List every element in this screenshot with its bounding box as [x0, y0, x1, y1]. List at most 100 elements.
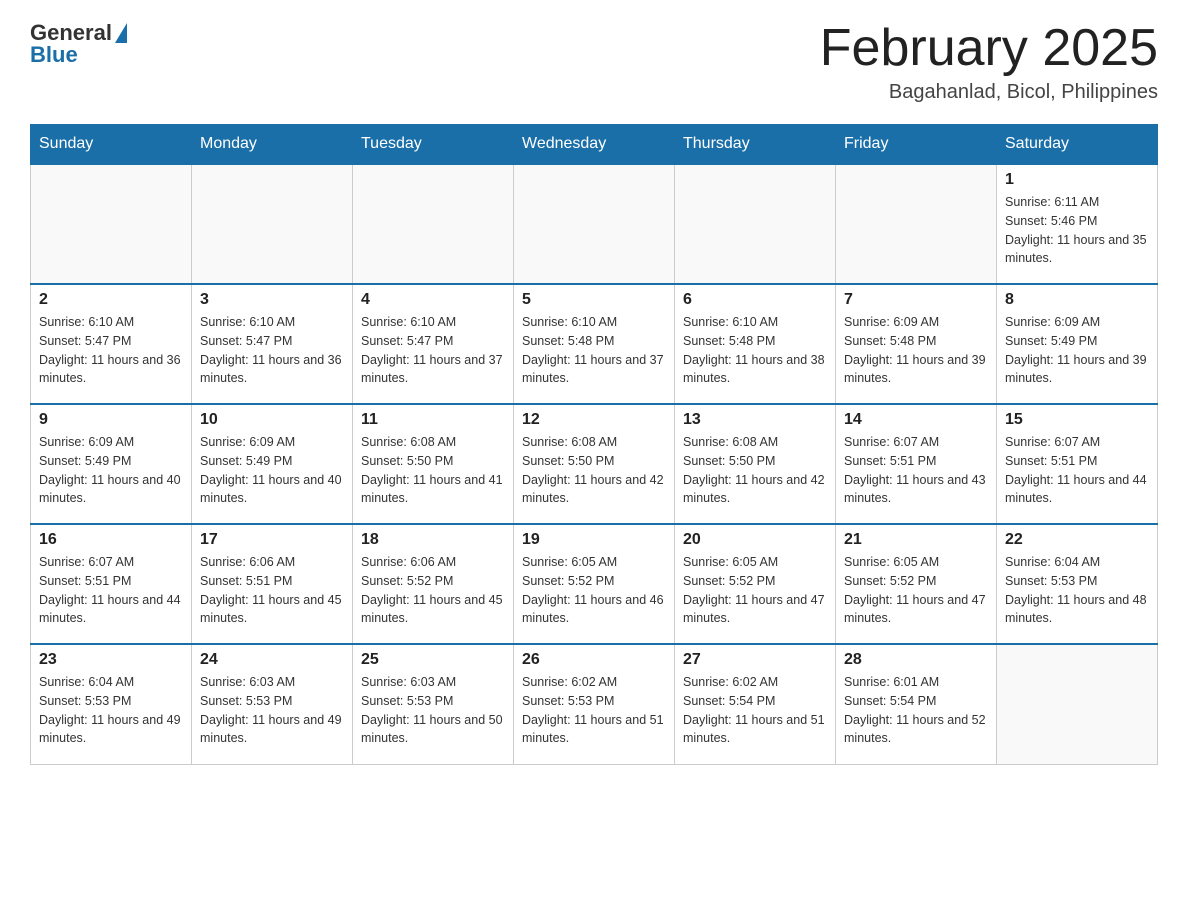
calendar-table: SundayMondayTuesdayWednesdayThursdayFrid… — [30, 124, 1158, 765]
calendar-cell — [836, 164, 997, 284]
day-number: 25 — [361, 651, 505, 669]
day-number: 20 — [683, 531, 827, 549]
day-number: 23 — [39, 651, 183, 669]
day-info: Sunrise: 6:08 AMSunset: 5:50 PMDaylight:… — [522, 433, 666, 508]
column-header-thursday: Thursday — [675, 125, 836, 165]
day-info: Sunrise: 6:04 AMSunset: 5:53 PMDaylight:… — [39, 673, 183, 748]
calendar-cell: 17 Sunrise: 6:06 AMSunset: 5:51 PMDayligh… — [192, 524, 353, 644]
calendar-cell: 6 Sunrise: 6:10 AMSunset: 5:48 PMDaylight… — [675, 284, 836, 404]
column-header-friday: Friday — [836, 125, 997, 165]
day-info: Sunrise: 6:09 AMSunset: 5:49 PMDaylight:… — [39, 433, 183, 508]
day-info: Sunrise: 6:11 AMSunset: 5:46 PMDaylight:… — [1005, 193, 1149, 268]
calendar-cell: 2 Sunrise: 6:10 AMSunset: 5:47 PMDaylight… — [31, 284, 192, 404]
calendar-cell — [192, 164, 353, 284]
day-info: Sunrise: 6:05 AMSunset: 5:52 PMDaylight:… — [522, 553, 666, 628]
day-info: Sunrise: 6:10 AMSunset: 5:47 PMDaylight:… — [361, 313, 505, 388]
calendar-cell: 22Sunrise: 6:04 AMSunset: 5:53 PMDayligh… — [997, 524, 1158, 644]
calendar-cell: 21 Sunrise: 6:05 AMSunset: 5:52 PMDayligh… — [836, 524, 997, 644]
day-number: 12 — [522, 411, 666, 429]
day-number: 11 — [361, 411, 505, 429]
day-info: Sunrise: 6:01 AMSunset: 5:54 PMDaylight:… — [844, 673, 988, 748]
calendar-cell: 9 Sunrise: 6:09 AMSunset: 5:49 PMDaylight… — [31, 404, 192, 524]
calendar-cell: 10 Sunrise: 6:09 AMSunset: 5:49 PMDayligh… — [192, 404, 353, 524]
day-info: Sunrise: 6:07 AMSunset: 5:51 PMDaylight:… — [1005, 433, 1149, 508]
day-number: 7 — [844, 291, 988, 309]
calendar-cell: 23 Sunrise: 6:04 AMSunset: 5:53 PMDayligh… — [31, 644, 192, 764]
day-number: 2 — [39, 291, 183, 309]
calendar-cell: 4Sunrise: 6:10 AMSunset: 5:47 PMDaylight… — [353, 284, 514, 404]
calendar-cell: 13 Sunrise: 6:08 AMSunset: 5:50 PMDayligh… — [675, 404, 836, 524]
day-number: 17 — [200, 531, 344, 549]
day-info: Sunrise: 6:05 AMSunset: 5:52 PMDaylight:… — [683, 553, 827, 628]
calendar-subtitle: Bagahanlad, Bicol, Philippines — [820, 81, 1158, 104]
day-info: Sunrise: 6:09 AMSunset: 5:49 PMDaylight:… — [200, 433, 344, 508]
day-number: 14 — [844, 411, 988, 429]
day-info: Sunrise: 6:10 AMSunset: 5:47 PMDaylight:… — [200, 313, 344, 388]
day-number: 21 — [844, 531, 988, 549]
calendar-cell: 26Sunrise: 6:02 AMSunset: 5:53 PMDayligh… — [514, 644, 675, 764]
week-row-4: 16 Sunrise: 6:07 AMSunset: 5:51 PMDayligh… — [31, 524, 1158, 644]
column-header-tuesday: Tuesday — [353, 125, 514, 165]
logo-blue-text: Blue — [30, 42, 78, 68]
day-info: Sunrise: 6:08 AMSunset: 5:50 PMDaylight:… — [683, 433, 827, 508]
day-number: 5 — [522, 291, 666, 309]
column-header-sunday: Sunday — [31, 125, 192, 165]
calendar-cell: 20 Sunrise: 6:05 AMSunset: 5:52 PMDayligh… — [675, 524, 836, 644]
week-row-5: 23 Sunrise: 6:04 AMSunset: 5:53 PMDayligh… — [31, 644, 1158, 764]
calendar-cell: 24 Sunrise: 6:03 AMSunset: 5:53 PMDayligh… — [192, 644, 353, 764]
day-number: 19 — [522, 531, 666, 549]
calendar-cell: 1 Sunrise: 6:11 AMSunset: 5:46 PMDaylight… — [997, 164, 1158, 284]
day-number: 8 — [1005, 291, 1149, 309]
day-number: 16 — [39, 531, 183, 549]
day-number: 10 — [200, 411, 344, 429]
calendar-title: February 2025 — [820, 20, 1158, 77]
calendar-cell: 3 Sunrise: 6:10 AMSunset: 5:47 PMDaylight… — [192, 284, 353, 404]
calendar-cell — [997, 644, 1158, 764]
day-number: 27 — [683, 651, 827, 669]
calendar-cell: 14 Sunrise: 6:07 AMSunset: 5:51 PMDayligh… — [836, 404, 997, 524]
calendar-cell: 28 Sunrise: 6:01 AMSunset: 5:54 PMDayligh… — [836, 644, 997, 764]
calendar-cell: 12 Sunrise: 6:08 AMSunset: 5:50 PMDayligh… — [514, 404, 675, 524]
day-number: 1 — [1005, 171, 1149, 189]
calendar-cell: 16 Sunrise: 6:07 AMSunset: 5:51 PMDayligh… — [31, 524, 192, 644]
logo: General Blue — [30, 20, 127, 68]
day-info: Sunrise: 6:09 AMSunset: 5:49 PMDaylight:… — [1005, 313, 1149, 388]
page-header: General Blue February 2025 Bagahanlad, B… — [30, 20, 1158, 104]
day-info: Sunrise: 6:02 AMSunset: 5:54 PMDaylight:… — [683, 673, 827, 748]
day-number: 9 — [39, 411, 183, 429]
logo-triangle-icon — [115, 23, 127, 43]
day-info: Sunrise: 6:05 AMSunset: 5:52 PMDaylight:… — [844, 553, 988, 628]
column-header-wednesday: Wednesday — [514, 125, 675, 165]
calendar-header-row: SundayMondayTuesdayWednesdayThursdayFrid… — [31, 125, 1158, 165]
title-block: February 2025 Bagahanlad, Bicol, Philipp… — [820, 20, 1158, 104]
calendar-cell: 25 Sunrise: 6:03 AMSunset: 5:53 PMDayligh… — [353, 644, 514, 764]
day-info: Sunrise: 6:06 AMSunset: 5:51 PMDaylight:… — [200, 553, 344, 628]
day-number: 24 — [200, 651, 344, 669]
day-number: 13 — [683, 411, 827, 429]
calendar-cell: 5 Sunrise: 6:10 AMSunset: 5:48 PMDaylight… — [514, 284, 675, 404]
day-info: Sunrise: 6:07 AMSunset: 5:51 PMDaylight:… — [39, 553, 183, 628]
day-number: 3 — [200, 291, 344, 309]
day-info: Sunrise: 6:06 AMSunset: 5:52 PMDaylight:… — [361, 553, 505, 628]
day-info: Sunrise: 6:10 AMSunset: 5:48 PMDaylight:… — [522, 313, 666, 388]
day-info: Sunrise: 6:09 AMSunset: 5:48 PMDaylight:… — [844, 313, 988, 388]
day-info: Sunrise: 6:10 AMSunset: 5:48 PMDaylight:… — [683, 313, 827, 388]
week-row-1: 1 Sunrise: 6:11 AMSunset: 5:46 PMDaylight… — [31, 164, 1158, 284]
day-number: 6 — [683, 291, 827, 309]
calendar-cell — [31, 164, 192, 284]
day-info: Sunrise: 6:07 AMSunset: 5:51 PMDaylight:… — [844, 433, 988, 508]
calendar-cell — [514, 164, 675, 284]
column-header-monday: Monday — [192, 125, 353, 165]
week-row-3: 9 Sunrise: 6:09 AMSunset: 5:49 PMDaylight… — [31, 404, 1158, 524]
day-info: Sunrise: 6:08 AMSunset: 5:50 PMDaylight:… — [361, 433, 505, 508]
day-info: Sunrise: 6:03 AMSunset: 5:53 PMDaylight:… — [361, 673, 505, 748]
calendar-cell: 27 Sunrise: 6:02 AMSunset: 5:54 PMDayligh… — [675, 644, 836, 764]
day-info: Sunrise: 6:10 AMSunset: 5:47 PMDaylight:… — [39, 313, 183, 388]
day-number: 28 — [844, 651, 988, 669]
column-header-saturday: Saturday — [997, 125, 1158, 165]
calendar-cell — [675, 164, 836, 284]
day-info: Sunrise: 6:02 AMSunset: 5:53 PMDaylight:… — [522, 673, 666, 748]
calendar-cell: 15Sunrise: 6:07 AMSunset: 5:51 PMDayligh… — [997, 404, 1158, 524]
day-number: 18 — [361, 531, 505, 549]
day-info: Sunrise: 6:03 AMSunset: 5:53 PMDaylight:… — [200, 673, 344, 748]
